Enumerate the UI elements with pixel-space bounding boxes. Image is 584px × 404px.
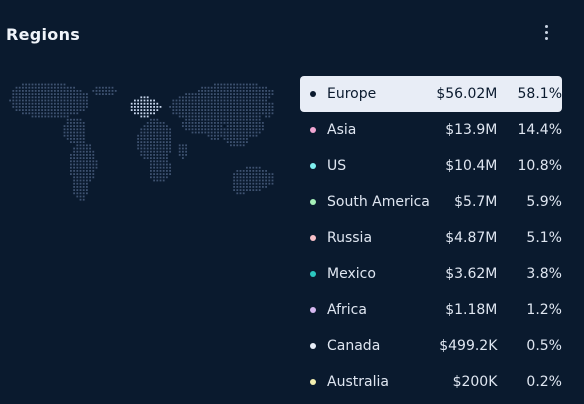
- legend-dot-icon: [310, 343, 316, 349]
- region-list: Europe $56.02M 58.1% Asia $13.9M 14.4% US $10.4…: [300, 76, 562, 400]
- region-row[interactable]: Mexico $3.62M 3.8%: [300, 256, 562, 292]
- region-share: 10.8%: [517, 158, 562, 174]
- region-name: South America: [327, 194, 430, 210]
- region-share: 1.2%: [526, 302, 562, 318]
- region-name: Russia: [327, 230, 373, 246]
- world-map: [9, 83, 274, 201]
- region-row[interactable]: Australia $200K 0.2%: [300, 364, 562, 400]
- region-name: Canada: [327, 338, 381, 354]
- region-value: $13.9M: [445, 122, 498, 138]
- legend-dot-icon: [310, 163, 316, 169]
- legend-dot-icon: [310, 307, 316, 313]
- region-name: Europe: [327, 86, 377, 102]
- region-value: $499.2K: [439, 338, 498, 354]
- region-row[interactable]: Europe $56.02M 58.1%: [300, 76, 562, 112]
- region-value: $3.62M: [445, 266, 498, 282]
- region-row[interactable]: US $10.4M 10.8%: [300, 148, 562, 184]
- card-title: Regions: [6, 25, 81, 44]
- legend-dot-icon: [310, 271, 316, 277]
- region-share: 3.8%: [526, 266, 562, 282]
- region-share: 5.9%: [526, 194, 562, 210]
- region-value: $56.02M: [436, 86, 498, 102]
- region-row[interactable]: Canada $499.2K 0.5%: [300, 328, 562, 364]
- region-row[interactable]: Asia $13.9M 14.4%: [300, 112, 562, 148]
- region-share: 0.5%: [526, 338, 562, 354]
- region-value: $4.87M: [445, 230, 498, 246]
- region-value: $1.18M: [445, 302, 498, 318]
- legend-dot-icon: [310, 235, 316, 241]
- legend-dot-icon: [310, 91, 316, 97]
- region-name: Mexico: [327, 266, 376, 282]
- regions-card: Regions Europe $56.02M 58.1% Asia $13.9M 14.4…: [0, 0, 584, 404]
- region-name: US: [327, 158, 347, 174]
- more-options-icon[interactable]: [536, 22, 556, 42]
- region-value: $5.7M: [454, 194, 498, 210]
- region-share: 0.2%: [526, 374, 562, 390]
- legend-dot-icon: [310, 199, 316, 205]
- region-row[interactable]: Africa $1.18M 1.2%: [300, 292, 562, 328]
- region-share: 5.1%: [526, 230, 562, 246]
- region-row[interactable]: South America $5.7M 5.9%: [300, 184, 562, 220]
- region-name: Asia: [327, 122, 357, 138]
- region-name: Africa: [327, 302, 367, 318]
- region-share: 58.1%: [517, 86, 562, 102]
- legend-dot-icon: [310, 379, 316, 385]
- region-name: Australia: [327, 374, 389, 390]
- region-value: $200K: [452, 374, 498, 390]
- region-row[interactable]: Russia $4.87M 5.1%: [300, 220, 562, 256]
- legend-dot-icon: [310, 127, 316, 133]
- region-value: $10.4M: [445, 158, 498, 174]
- region-share: 14.4%: [517, 122, 562, 138]
